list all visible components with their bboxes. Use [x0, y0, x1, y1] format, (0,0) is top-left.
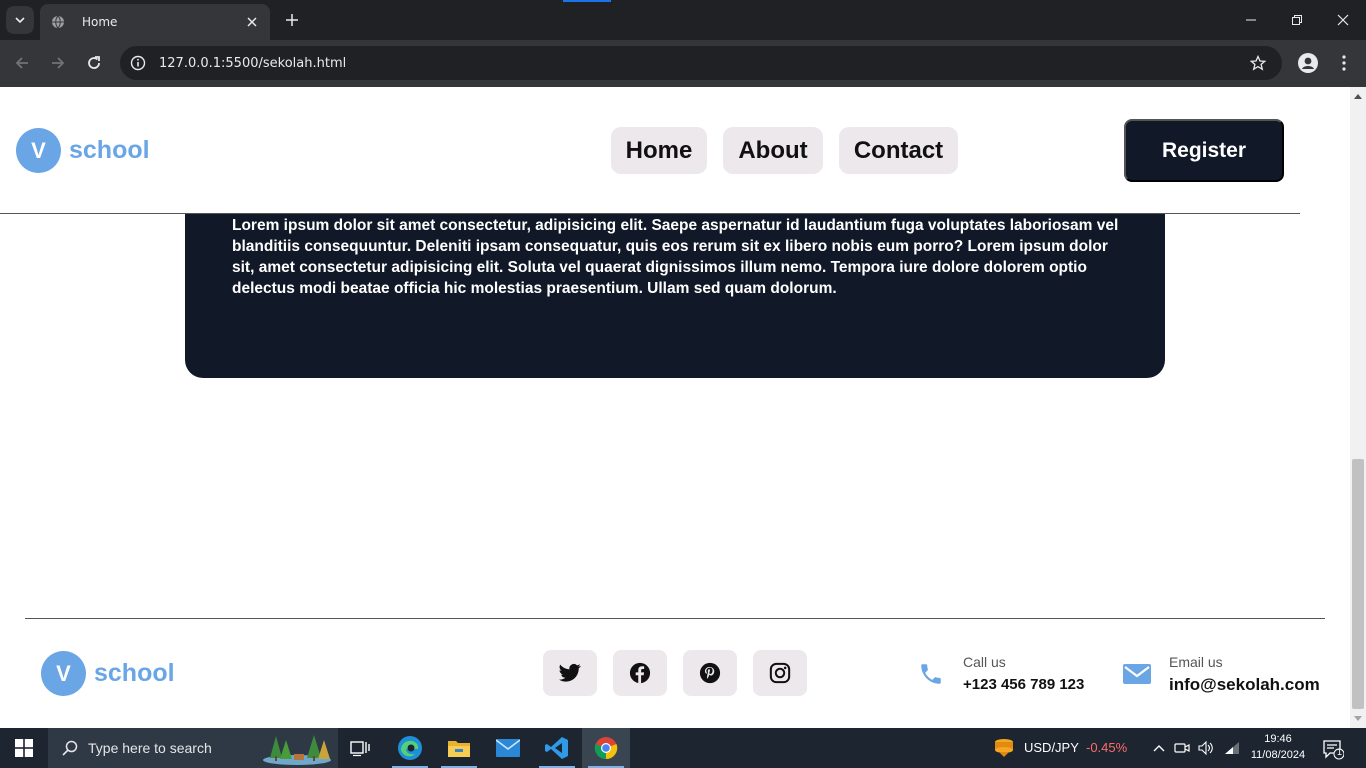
windows-taskbar: Type here to search USD/JPY -0.45% 19:46… [0, 728, 1366, 768]
email-envelope-icon [1123, 660, 1151, 688]
url-text[interactable]: 127.0.0.1:5500/sekolah.html [159, 56, 1248, 71]
facebook-icon [629, 662, 651, 684]
nav-about[interactable]: About [723, 127, 823, 174]
logo-badge: V [41, 651, 86, 696]
footer-divider [25, 618, 1325, 619]
new-tab-plus-icon[interactable] [282, 10, 302, 30]
currency-widget-icon[interactable] [992, 736, 1016, 760]
nav-contact[interactable]: Contact [839, 127, 958, 174]
meet-now-icon[interactable] [1172, 738, 1192, 758]
register-button[interactable]: Register [1124, 119, 1284, 182]
logo-text: school [94, 659, 175, 687]
footer-logo[interactable]: V school [41, 651, 175, 696]
reload-icon[interactable] [83, 52, 105, 74]
back-arrow-icon[interactable] [11, 52, 33, 74]
tab-indicator [563, 0, 611, 2]
ticker-symbol[interactable]: USD/JPY [1024, 740, 1079, 755]
forward-arrow-icon[interactable] [47, 52, 69, 74]
email-address[interactable]: info@sekolah.com [1169, 675, 1320, 695]
browser-tabstrip: Home [0, 0, 1366, 40]
content-paragraph: Lorem ipsum dolor sit amet consectetur, … [232, 217, 1119, 297]
logo-text: school [69, 136, 150, 164]
restore-icon[interactable] [1285, 8, 1309, 32]
search-placeholder: Type here to search [88, 740, 212, 756]
page-scrollbar[interactable] [1350, 87, 1366, 728]
phone-number[interactable]: +123 456 789 123 [963, 676, 1084, 693]
site-header: V school Home About Contact Register [0, 87, 1300, 214]
twitter-button[interactable] [543, 650, 597, 696]
task-view-icon[interactable] [336, 728, 384, 768]
taskbar-search-box[interactable]: Type here to search [48, 728, 338, 768]
system-clock[interactable]: 19:46 11/08/2024 [1244, 731, 1312, 763]
close-window-icon[interactable] [1331, 8, 1355, 32]
call-us-label: Call us [963, 654, 1006, 670]
instagram-button[interactable] [753, 650, 807, 696]
browser-toolbar: 127.0.0.1:5500/sekolah.html [0, 40, 1366, 87]
edge-browser-icon[interactable] [386, 728, 434, 768]
scroll-up-arrow-icon[interactable] [1350, 89, 1366, 103]
vscode-icon[interactable] [533, 728, 581, 768]
chrome-icon[interactable] [582, 728, 630, 768]
tab-title: Home [82, 15, 118, 29]
tab-search-button[interactable] [6, 6, 34, 34]
wifi-icon[interactable] [1222, 738, 1242, 758]
ticker-change: -0.45% [1086, 740, 1128, 755]
twitter-icon [559, 663, 581, 682]
pinterest-icon [699, 662, 721, 684]
search-icon [60, 738, 80, 758]
search-highlight-art-icon [263, 735, 331, 765]
clock-date: 11/08/2024 [1250, 749, 1306, 761]
page-viewport: Lorem ipsum dolor sit amet consectetur, … [0, 87, 1350, 728]
chevron-up-icon[interactable] [1149, 738, 1169, 758]
logo-badge: V [16, 128, 61, 173]
header-logo[interactable]: V school [16, 128, 150, 173]
scroll-down-arrow-icon[interactable] [1350, 712, 1366, 726]
volume-icon[interactable] [1196, 738, 1216, 758]
browser-tab[interactable]: Home [40, 4, 270, 40]
phone-icon [917, 660, 945, 688]
email-us-label: Email us [1169, 654, 1223, 670]
file-explorer-icon[interactable] [435, 728, 483, 768]
scroll-thumb[interactable] [1352, 459, 1364, 709]
clock-time: 19:46 [1264, 733, 1292, 745]
chevron-down-icon [15, 17, 25, 24]
instagram-icon [769, 662, 791, 684]
site-info-icon[interactable] [129, 54, 147, 72]
minimize-icon[interactable] [1239, 8, 1263, 32]
mail-app-icon[interactable] [484, 728, 532, 768]
kebab-menu-icon[interactable] [1335, 52, 1353, 74]
close-tab-icon[interactable] [244, 14, 260, 30]
bookmark-star-icon[interactable] [1248, 53, 1268, 73]
facebook-button[interactable] [613, 650, 667, 696]
nav-home[interactable]: Home [611, 127, 707, 174]
globe-icon [50, 14, 66, 30]
address-bar[interactable]: 127.0.0.1:5500/sekolah.html [120, 46, 1282, 80]
profile-avatar-icon[interactable] [1296, 51, 1320, 75]
notification-center-icon[interactable]: 1 [1318, 736, 1348, 762]
pinterest-button[interactable] [683, 650, 737, 696]
windows-start-icon[interactable] [0, 728, 48, 768]
notification-count: 1 [1337, 747, 1343, 757]
